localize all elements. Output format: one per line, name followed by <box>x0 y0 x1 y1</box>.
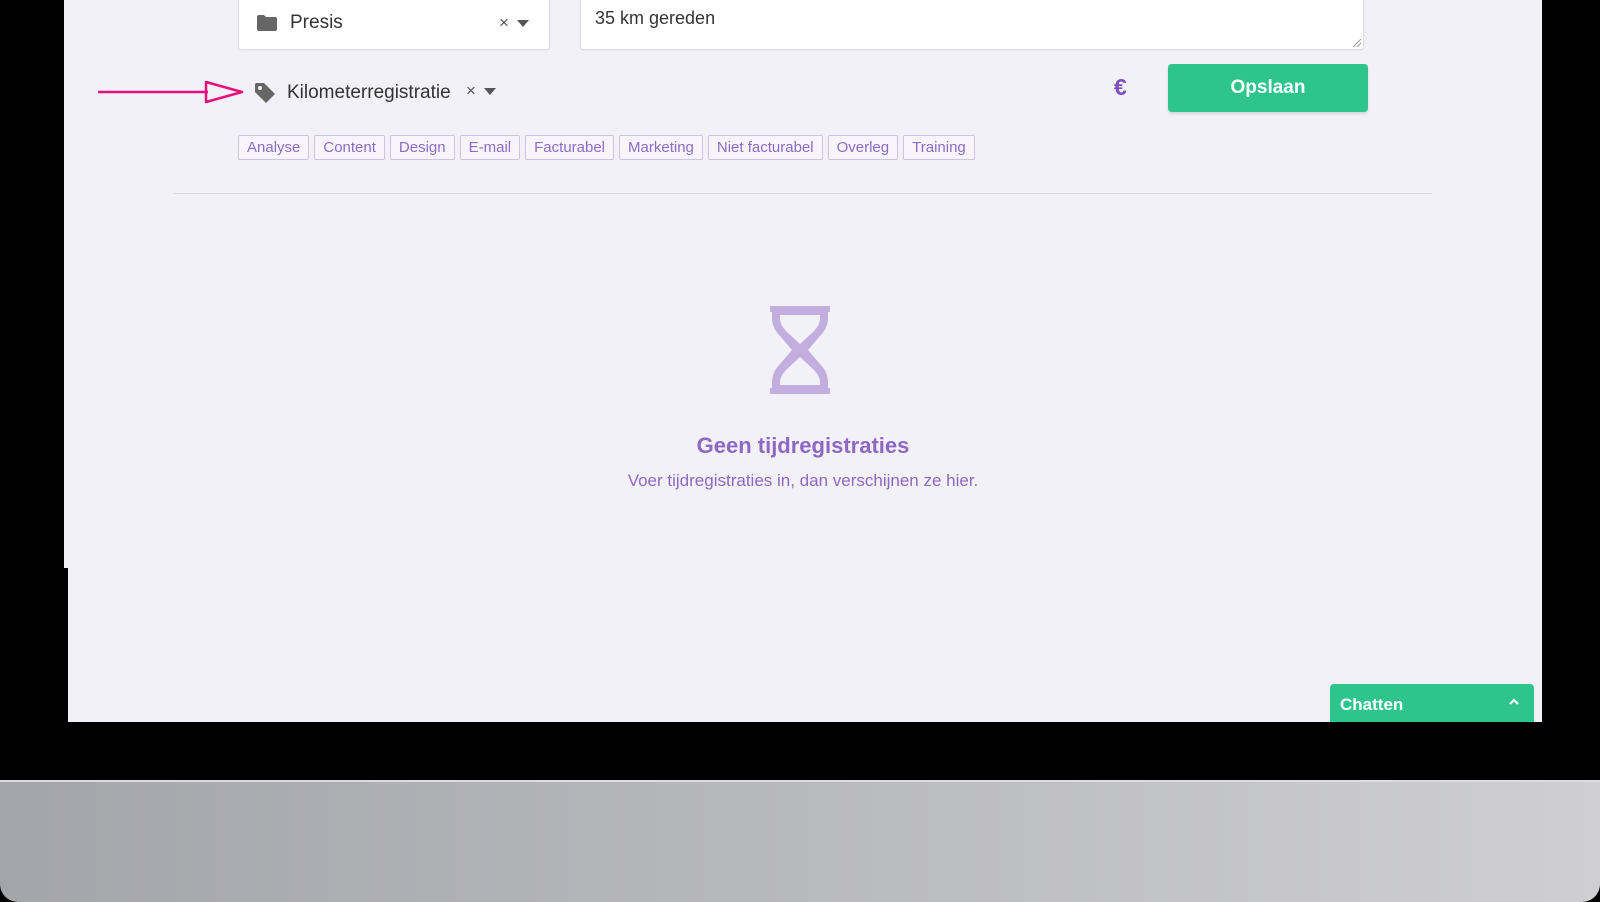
app-screen: Presis × 35 km gereden Kilometerregistra… <box>64 0 1542 722</box>
hourglass-icon <box>770 306 830 394</box>
folder-icon <box>257 15 277 31</box>
tag-chip[interactable]: Content <box>314 135 385 160</box>
clear-project-button[interactable]: × <box>499 13 509 33</box>
tag-chip[interactable]: Marketing <box>619 135 703 160</box>
tag-chip-list: Analyse Content Design E-mail Facturabel… <box>238 135 975 160</box>
tag-chip[interactable]: Niet facturabel <box>707 135 823 160</box>
annotation-arrow <box>98 80 244 104</box>
clear-tag-button[interactable]: × <box>466 81 476 101</box>
project-value: Presis <box>290 12 343 33</box>
tag-chip[interactable]: Training <box>903 135 975 160</box>
divider <box>174 193 1432 194</box>
empty-state-subtitle: Voer tijdregistraties in, dan verschijne… <box>627 471 979 490</box>
empty-state-title: Geen tijdregistraties <box>696 433 910 458</box>
save-button[interactable]: Opslaan <box>1168 64 1368 112</box>
tag-chip[interactable]: Overleg <box>827 135 899 160</box>
screen-edge <box>64 568 68 722</box>
tag-chip[interactable]: Facturabel <box>525 135 615 160</box>
caret-down-icon[interactable] <box>484 88 496 95</box>
chat-widget[interactable]: Chatten <box>1330 684 1534 722</box>
resize-handle[interactable] <box>1353 39 1361 47</box>
tag-value: Kilometerregistratie <box>287 82 451 103</box>
chevron-up-icon[interactable] <box>1508 696 1520 708</box>
project-select[interactable]: Presis × <box>238 0 550 50</box>
laptop-bezel <box>0 780 1600 902</box>
tag-chip[interactable]: Analyse <box>238 135 310 160</box>
tag-chip[interactable]: Design <box>389 135 455 160</box>
description-value: 35 km gereden <box>595 8 716 28</box>
tag-icon <box>255 83 275 103</box>
billable-toggle[interactable]: € <box>1114 74 1127 101</box>
tag-chip[interactable]: E-mail <box>459 135 521 160</box>
caret-down-icon[interactable] <box>517 20 529 27</box>
description-field[interactable]: 35 km gereden <box>580 0 1364 50</box>
chat-label: Chatten <box>1340 695 1404 714</box>
